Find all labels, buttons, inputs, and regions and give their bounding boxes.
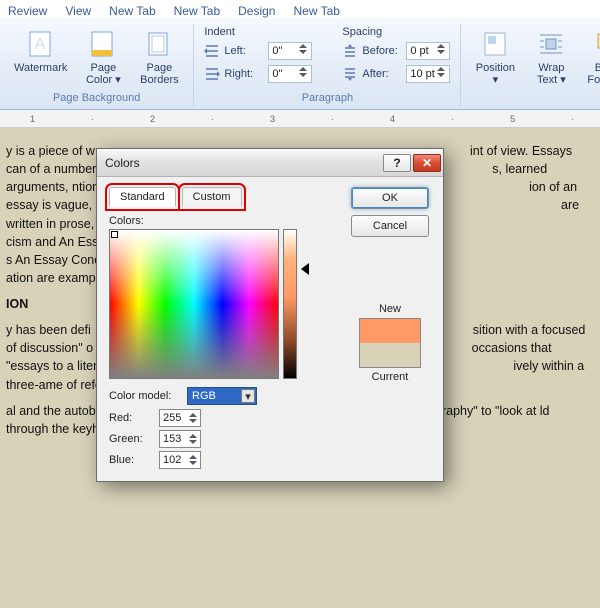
green-label: Green: (109, 433, 153, 445)
position-label: Position ▾ (475, 62, 515, 86)
page-borders-button[interactable]: Page Borders (135, 26, 183, 88)
indent-right-label: Right: (224, 68, 264, 80)
page-borders-icon (143, 28, 175, 60)
group-title-page-bg: Page Background (10, 90, 183, 107)
tab-newtab3[interactable]: New Tab (293, 4, 339, 18)
position-icon (479, 28, 511, 60)
color-spectrum[interactable] (109, 229, 279, 379)
blue-label: Blue: (109, 454, 153, 466)
luminance-slider[interactable] (283, 229, 297, 379)
position-button[interactable]: Position ▾ (471, 26, 519, 88)
group-paragraph: Indent Left: 0" Right: 0" Spacing Before… (194, 24, 461, 107)
help-button[interactable]: ? (383, 154, 411, 172)
color-model-label: Color model: (109, 390, 181, 402)
new-color-swatch (360, 319, 420, 343)
bring-forward-button[interactable]: Bring Forward ▾ (583, 26, 600, 100)
spacing-after-icon (342, 66, 358, 82)
colors-label: Colors: (109, 215, 337, 227)
tab-custom[interactable]: Custom (182, 187, 242, 207)
color-model-select[interactable]: RGB ▾ (187, 387, 257, 405)
indent-left-icon (204, 43, 220, 59)
bring-forward-icon (592, 28, 600, 60)
tab-design[interactable]: Design (238, 4, 275, 18)
page-color-label: Page Color ▾ (86, 62, 121, 86)
horizontal-ruler[interactable]: 1· 2· 3· 4· 5· 6· (0, 110, 600, 128)
ok-button[interactable]: OK (351, 187, 429, 209)
tab-newtab1[interactable]: New Tab (109, 4, 155, 18)
svg-text:A: A (34, 36, 45, 53)
spacing-after-label: After: (362, 68, 402, 80)
dropdown-arrow-icon: ▾ (241, 389, 255, 403)
dialog-titlebar[interactable]: Colors ? ✕ (97, 149, 443, 177)
indent-header: Indent (204, 26, 312, 38)
tab-review[interactable]: Review (8, 4, 47, 18)
wrap-text-icon (535, 28, 567, 60)
dialog-title: Colors (105, 156, 140, 170)
page-borders-label: Page Borders (140, 62, 179, 86)
indent-right-icon (204, 66, 220, 82)
luminance-arrow-icon (301, 263, 309, 275)
indent-left-input[interactable]: 0" (268, 42, 312, 60)
spectrum-cursor-icon (112, 232, 117, 237)
wrap-text-button[interactable]: Wrap Text ▾ (527, 26, 575, 88)
green-input[interactable]: 153 (159, 430, 201, 448)
watermark-button[interactable]: A Watermark (10, 26, 71, 76)
spacing-header: Spacing (342, 26, 450, 38)
cancel-button[interactable]: Cancel (351, 215, 429, 237)
red-label: Red: (109, 412, 153, 424)
current-color-swatch (360, 343, 420, 367)
page-color-icon (87, 28, 119, 60)
group-title-paragraph: Paragraph (204, 90, 450, 107)
spacing-before-input[interactable]: 0 pt (406, 42, 450, 60)
indent-right-input[interactable]: 0" (268, 65, 312, 83)
bring-forward-label: Bring Forward ▾ (587, 62, 600, 98)
red-input[interactable]: 255 (159, 409, 201, 427)
spacing-before-icon (342, 43, 358, 59)
close-button[interactable]: ✕ (413, 154, 441, 172)
spacing-before-label: Before: (362, 45, 402, 57)
color-preview-swatch (359, 318, 421, 368)
colors-dialog: Colors ? ✕ Standard Custom Colors: Color… (96, 148, 444, 482)
watermark-label: Watermark (14, 62, 67, 74)
group-arrange: Position ▾ Wrap Text ▾ Bring Forward ▾ (461, 24, 600, 107)
tab-newtab2[interactable]: New Tab (174, 4, 220, 18)
watermark-icon: A (25, 28, 57, 60)
page-color-button[interactable]: Page Color ▾ (79, 26, 127, 88)
tab-standard[interactable]: Standard (109, 187, 176, 207)
tab-view[interactable]: View (65, 4, 91, 18)
blue-input[interactable]: 102 (159, 451, 201, 469)
ribbon: A Watermark Page Color ▾ Page Borders Pa… (0, 18, 600, 110)
indent-left-label: Left: (224, 45, 264, 57)
current-label: Current (372, 371, 409, 383)
new-label: New (379, 303, 401, 315)
group-page-background: A Watermark Page Color ▾ Page Borders Pa… (0, 24, 194, 107)
wrap-text-label: Wrap Text ▾ (537, 62, 566, 86)
spacing-after-input[interactable]: 10 pt (406, 65, 450, 83)
ribbon-tab-row: Review View New Tab New Tab Design New T… (0, 0, 600, 18)
